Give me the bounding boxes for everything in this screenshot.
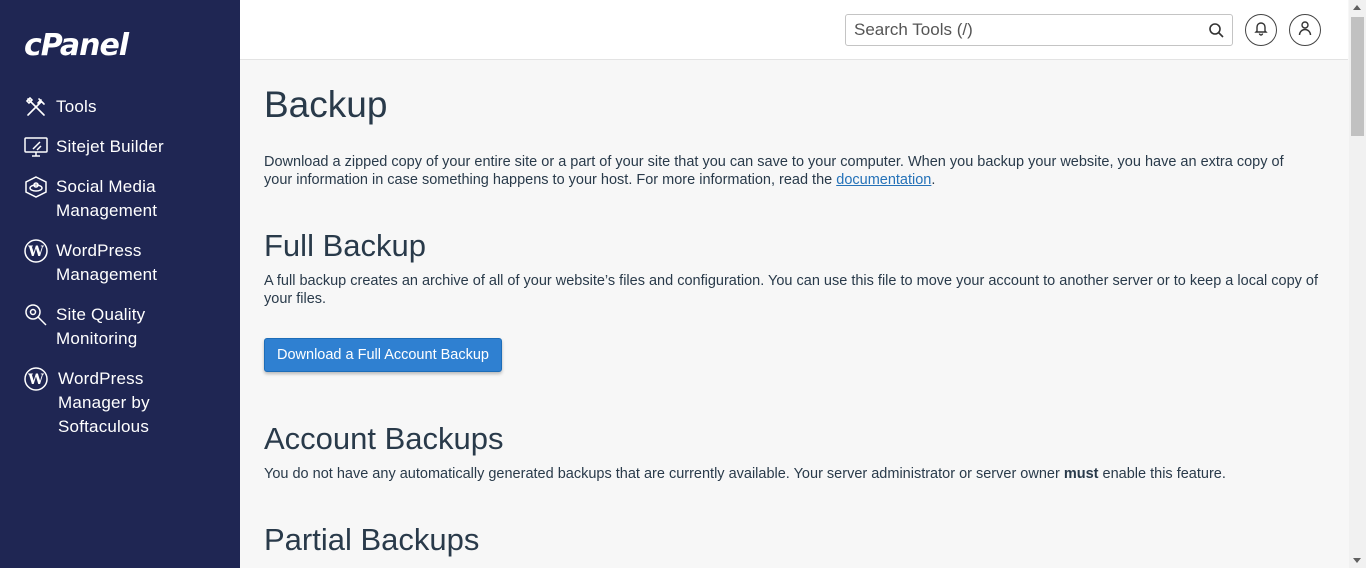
search-box: [845, 14, 1233, 46]
monitor-icon: [24, 135, 48, 159]
sidebar-item-social-media-management[interactable]: Social Media Management: [24, 175, 224, 223]
search-input[interactable]: [846, 15, 1196, 45]
sidebar-item-label: Site Quality Monitoring: [56, 305, 146, 348]
intro-end: .: [931, 172, 936, 188]
search-icon[interactable]: [1208, 22, 1224, 38]
sidebar-item-wordpress-manager-softaculous[interactable]: W WordPress Manager by Softaculous: [24, 367, 224, 439]
scroll-up-arrow-icon[interactable]: [1353, 5, 1361, 10]
sidebar-item-site-quality-monitoring[interactable]: Site Quality Monitoring: [24, 303, 224, 351]
partial-backups-heading: Partial Backups: [264, 522, 480, 557]
full-backup-heading: Full Backup: [264, 228, 426, 263]
sidebar-item-label: Social Media Management: [56, 177, 158, 220]
sidebar-item-tools[interactable]: Tools: [24, 95, 224, 119]
notifications-button[interactable]: [1245, 14, 1277, 46]
sidebar-item-sitejet-builder[interactable]: Sitejet Builder: [24, 135, 224, 159]
user-menu-button[interactable]: [1289, 14, 1321, 46]
wordpress-icon: W: [24, 367, 48, 391]
user-icon: [1297, 20, 1313, 41]
sidebar-item-wordpress-management[interactable]: W WordPress Management: [24, 239, 224, 287]
cpanel-logo[interactable]: cPanel: [24, 28, 129, 63]
vertical-scrollbar[interactable]: [1349, 0, 1366, 568]
magnifier-gear-icon: [24, 303, 48, 327]
intro-paragraph: Download a zipped copy of your entire si…: [264, 153, 1314, 189]
social-media-icon: [24, 175, 48, 199]
tools-icon: [24, 95, 48, 119]
sidebar-item-label: WordPress Management: [56, 241, 158, 284]
page-title: Backup: [264, 84, 388, 125]
scroll-down-arrow-icon[interactable]: [1353, 558, 1361, 563]
sidebar: cPanel Tools Sitejet Builder Social Medi…: [0, 0, 240, 568]
account-backups-text-end: enable this feature.: [1098, 466, 1226, 482]
bell-icon: [1253, 20, 1269, 41]
sidebar-item-label: WordPress Manager by Softaculous: [58, 369, 150, 436]
intro-text: Download a zipped copy of your entire si…: [264, 154, 1284, 188]
account-backups-bold: must: [1063, 466, 1099, 482]
account-backups-text: You do not have any automatically genera…: [264, 466, 1064, 482]
svg-text:W: W: [27, 372, 44, 388]
top-header: [240, 0, 1348, 60]
svg-text:W: W: [27, 244, 44, 260]
sidebar-item-label: Tools: [56, 97, 97, 116]
full-backup-description: A full backup creates an archive of all …: [264, 273, 1319, 307]
account-backups-heading: Account Backups: [264, 421, 504, 456]
documentation-link[interactable]: documentation: [836, 172, 931, 188]
wordpress-icon: W: [24, 239, 48, 263]
scrollbar-thumb[interactable]: [1351, 17, 1364, 136]
sidebar-item-label: Sitejet Builder: [56, 137, 164, 156]
download-full-backup-button[interactable]: Download a Full Account Backup: [264, 338, 502, 372]
account-backups-description: You do not have any automatically genera…: [264, 465, 1324, 483]
